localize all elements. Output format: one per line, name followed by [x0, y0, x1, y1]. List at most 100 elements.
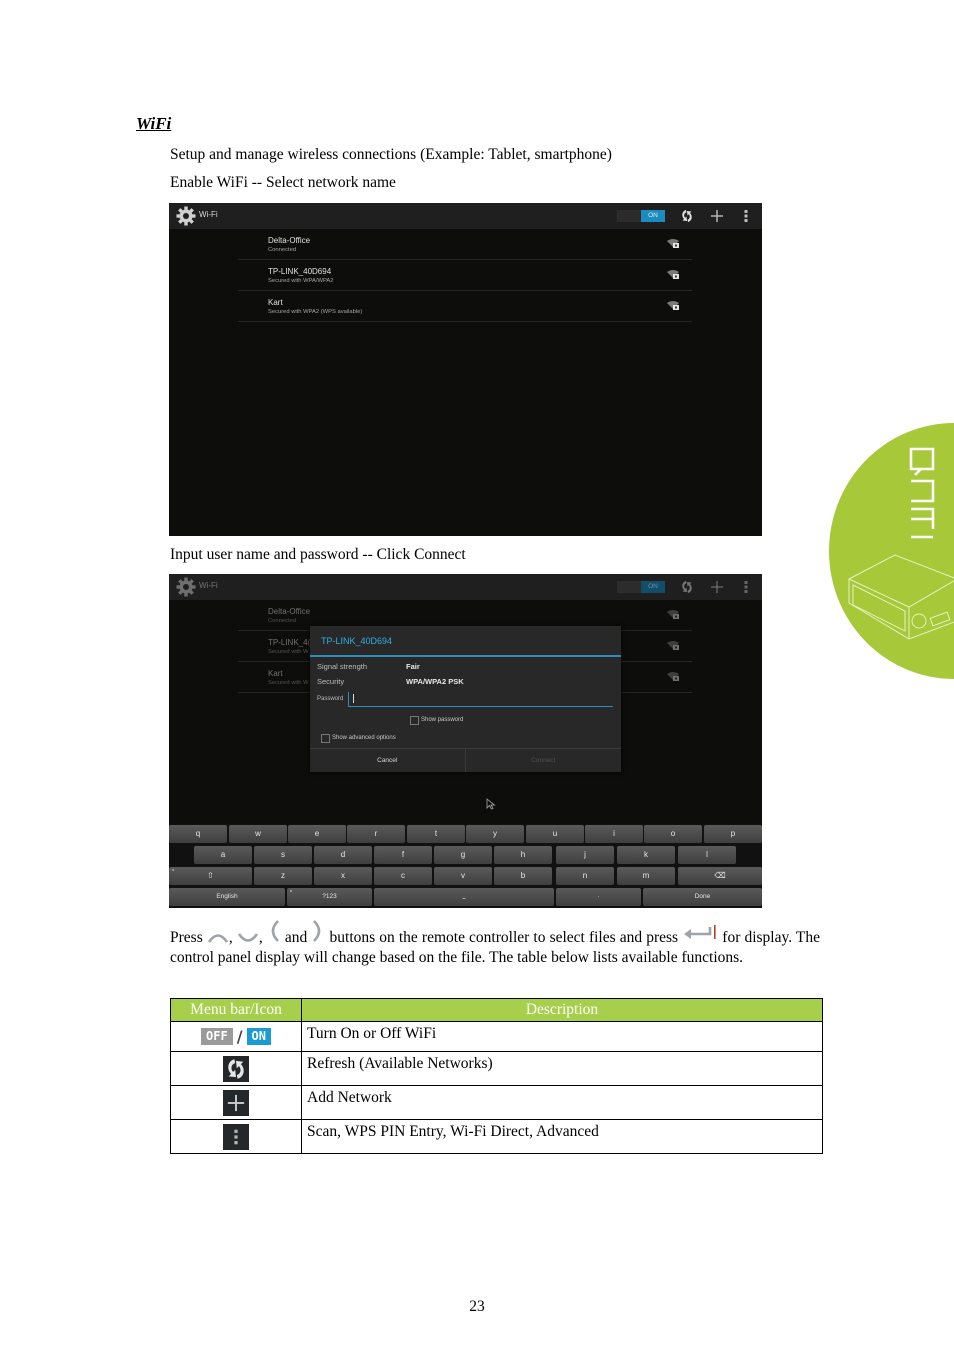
key-s[interactable]: s: [254, 846, 312, 864]
overflow-menu-icon: [223, 1123, 249, 1150]
key-w[interactable]: w: [229, 825, 287, 843]
key-done[interactable]: Done: [643, 888, 762, 906]
network-status: Secured with W: [268, 680, 309, 686]
key-i[interactable]: i: [585, 825, 643, 843]
projector-illustration: [848, 554, 954, 640]
comma: ,: [258, 929, 263, 946]
show-password-label: Show password: [421, 717, 464, 723]
description-text: Scan, WPS PIN Entry, Wi-Fi Direct, Advan…: [307, 1123, 599, 1140]
connect-button[interactable]: Connect: [466, 749, 622, 772]
network-item[interactable]: Kart Secured with WPA2 (WPS available): [238, 291, 692, 322]
section-title: WiFi: [136, 114, 172, 133]
qumi-wordmark: [909, 447, 935, 539]
key-backspace[interactable]: ⌫: [678, 867, 762, 885]
key-m[interactable]: m: [617, 867, 675, 885]
network-status: Connected: [268, 618, 297, 624]
description-text: Add Network: [307, 1089, 392, 1106]
signal-strength-label: Signal strength: [317, 662, 368, 671]
key-l[interactable]: l: [678, 846, 736, 864]
refresh-icon: [223, 1055, 249, 1082]
key-c[interactable]: c: [374, 867, 432, 885]
network-item[interactable]: TP-LINK_40D694 Secured with WPA/WPA2: [238, 260, 692, 291]
key-y[interactable]: y: [466, 825, 524, 843]
refresh-icon: [682, 581, 692, 593]
header-menu-icon: Menu bar/Icon: [170, 998, 302, 1022]
toggle-on-label: ON: [641, 581, 665, 593]
key-a[interactable]: a: [194, 846, 252, 864]
up-button-icon: [207, 934, 228, 944]
show-password-checkbox[interactable]: [410, 716, 419, 725]
key-period[interactable]: ·: [556, 888, 641, 906]
key-u[interactable]: u: [526, 825, 584, 843]
network-name: Delta-Office: [268, 607, 311, 616]
key-d[interactable]: d: [314, 846, 372, 864]
key-english[interactable]: English: [169, 888, 285, 906]
gear-icon[interactable]: [176, 206, 196, 226]
key-x[interactable]: x: [314, 867, 372, 885]
add-icon[interactable]: [709, 208, 725, 224]
intro-line-1: Setup and manage wireless connections (E…: [170, 146, 612, 163]
table-row: OFF / ON Turn On or Off WiFi: [170, 1021, 823, 1052]
icon-cell: [170, 1085, 302, 1120]
key-r[interactable]: r: [347, 825, 405, 843]
off-on-toggle-icon: OFF / ON: [201, 1027, 271, 1046]
key-e[interactable]: e: [288, 825, 346, 843]
description-cell: Refresh (Available Networks): [301, 1051, 823, 1086]
screen-title: Wi-Fi: [199, 581, 218, 590]
network-list: Delta-Office Connected TP-LINK_40D694 Se…: [238, 229, 692, 322]
add-icon: [223, 1089, 249, 1116]
icon-cell: OFF / ON: [170, 1021, 302, 1052]
table-row: Scan, WPS PIN Entry, Wi-Fi Direct, Advan…: [170, 1119, 823, 1154]
table-header-row: Menu bar/Icon Description: [170, 998, 823, 1022]
description-text: Turn On or Off WiFi: [307, 1025, 437, 1042]
wifi-toggle: ON: [617, 581, 665, 593]
key-z[interactable]: z: [254, 867, 312, 885]
description-cell: Turn On or Off WiFi: [301, 1021, 823, 1052]
key-space[interactable]: ⎵: [374, 888, 554, 906]
qumi-brand-logo: [829, 423, 954, 679]
key-j[interactable]: j: [556, 846, 614, 864]
right-button-icon: [313, 920, 321, 943]
show-advanced-checkbox[interactable]: [321, 734, 330, 743]
network-item[interactable]: Delta-Office Connected: [238, 229, 692, 260]
key-o[interactable]: o: [644, 825, 702, 843]
wifi-toggle[interactable]: ON: [617, 210, 665, 222]
keyboard-row-2: asdfghjkl: [169, 845, 762, 865]
key-shift[interactable]: ⇧: [169, 867, 252, 885]
icon-cell: [170, 1119, 302, 1154]
wifi-lock-icon: [667, 641, 679, 650]
wifi-lock-icon: [667, 239, 679, 248]
signal-strength-value: Fair: [406, 662, 420, 671]
key-p[interactable]: p: [704, 825, 762, 843]
cancel-button[interactable]: Cancel: [310, 749, 466, 772]
key-symbols[interactable]: ?123: [287, 888, 372, 906]
overflow-menu-icon[interactable]: [741, 209, 751, 223]
network-name: TP-LINK_40D694: [268, 267, 332, 276]
long-press-indicator: [172, 869, 174, 871]
description-cell: Add Network: [301, 1085, 823, 1120]
key-g[interactable]: g: [434, 846, 492, 864]
wifi-lock-icon: [667, 672, 679, 681]
gear-icon: [176, 577, 196, 597]
key-v[interactable]: v: [434, 867, 492, 885]
wifi-lock-icon: [667, 270, 679, 279]
table-row: Add Network: [170, 1085, 823, 1120]
key-q[interactable]: q: [169, 825, 227, 843]
dialog-button-bar: Cancel Connect: [310, 748, 621, 772]
long-press-indicator: [290, 890, 292, 892]
wifi-screenshot-1: Wi-Fi ON Delta-Office Connected TP-LINK_…: [169, 203, 762, 536]
press-word: Press: [170, 929, 203, 946]
key-f[interactable]: f: [374, 846, 432, 864]
refresh-icon[interactable]: [679, 208, 695, 224]
key-t[interactable]: t: [407, 825, 465, 843]
comma: ,: [228, 929, 233, 946]
wifi-lock-icon: [667, 610, 679, 619]
network-name: Kart: [268, 669, 283, 678]
password-input[interactable]: [348, 692, 613, 707]
key-h[interactable]: h: [494, 846, 552, 864]
key-n[interactable]: n: [556, 867, 614, 885]
intro-line-2: Enable WiFi -- Select network name: [170, 174, 396, 191]
key-b[interactable]: b: [494, 867, 552, 885]
key-k[interactable]: k: [617, 846, 675, 864]
network-name: Kart: [268, 298, 283, 307]
